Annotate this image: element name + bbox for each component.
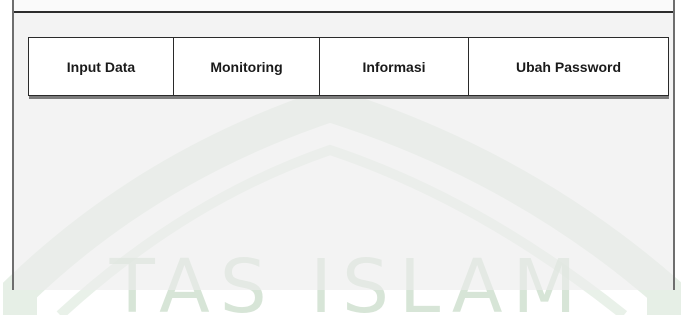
main-menu-bar: Input Data Monitoring Informasi Ubah Pas… (28, 37, 669, 96)
page: TAS ISLAM Input Data Monitoring Informas… (0, 0, 684, 315)
app-window-wireframe: Input Data Monitoring Informasi Ubah Pas… (12, 0, 675, 290)
menu-item-monitoring[interactable]: Monitoring (174, 38, 320, 95)
menu-item-input-data[interactable]: Input Data (29, 38, 174, 95)
header-band (14, 0, 673, 13)
menu-item-informasi[interactable]: Informasi (320, 38, 469, 95)
menu-item-ubah-password[interactable]: Ubah Password (469, 38, 668, 95)
